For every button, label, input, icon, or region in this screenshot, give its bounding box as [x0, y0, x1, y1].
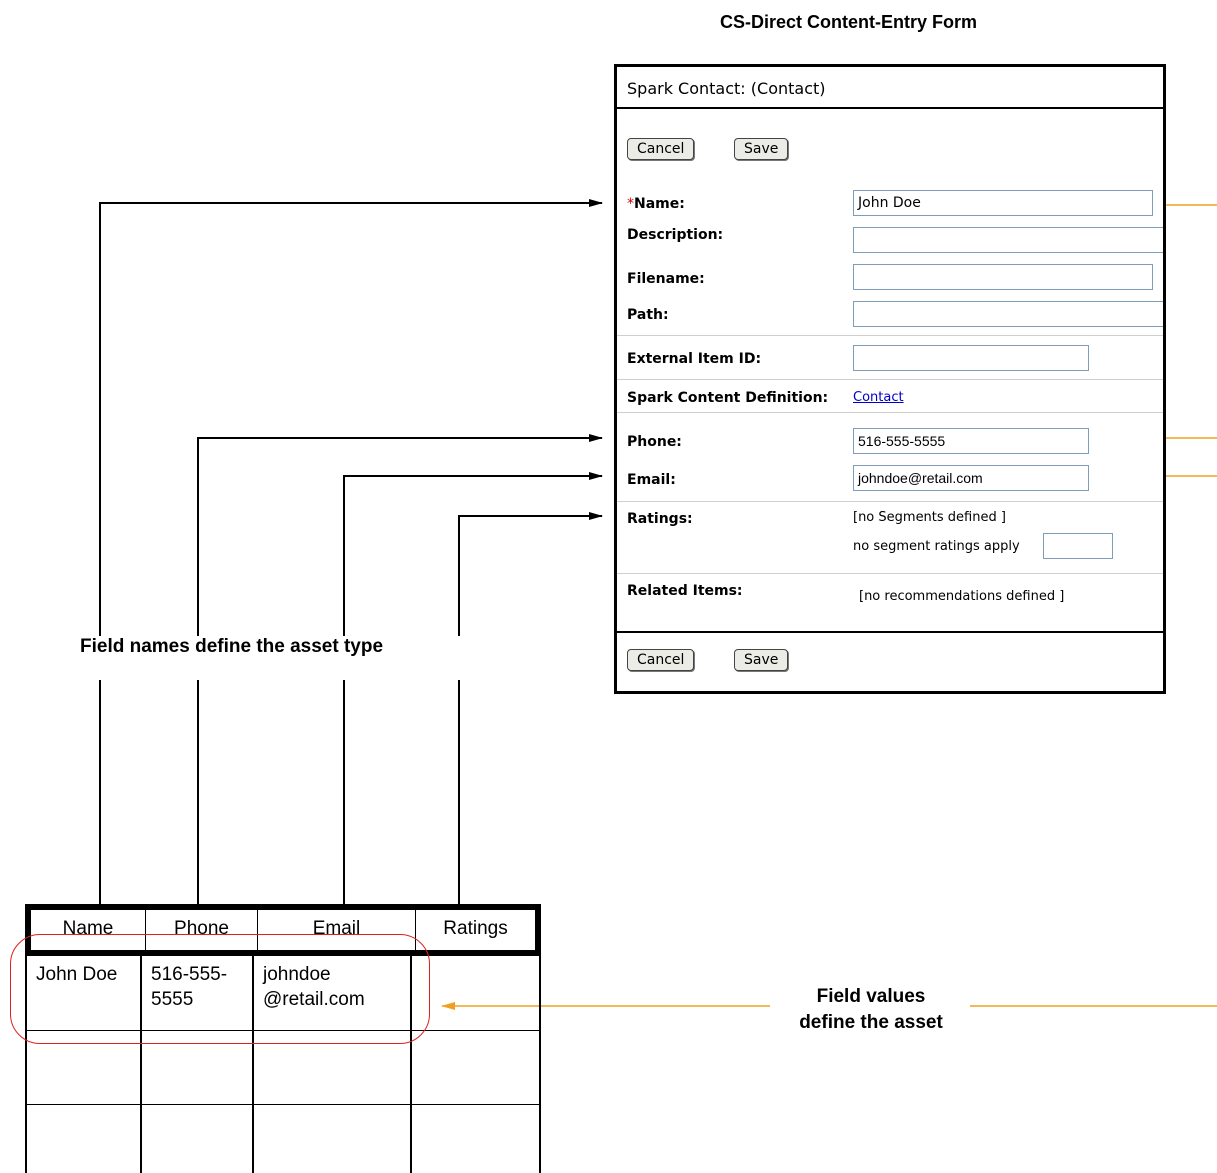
title-divider [617, 107, 1163, 109]
related-items-label: Related Items: [627, 583, 743, 599]
filename-label: Filename: [627, 271, 705, 287]
external-id-field[interactable] [853, 345, 1089, 371]
external-id-label: External Item ID: [627, 351, 762, 367]
ratings-connector-arrow [458, 512, 603, 636]
divider-5 [617, 573, 1163, 574]
field-names-caption: Field names define the asset type [80, 636, 384, 657]
email-connector-arrow [343, 472, 603, 636]
save-button-bottom[interactable]: Save [734, 649, 789, 671]
name-label-text: Name: [634, 196, 685, 212]
phone-connector-arrow [197, 434, 603, 636]
name-label: *Name: [627, 196, 685, 212]
cancel-button-bottom[interactable]: Cancel [627, 649, 695, 671]
form-title: Spark Contact: (Contact) [627, 79, 826, 98]
related-items-note: [no recommendations defined ] [859, 589, 1065, 604]
divider-3 [617, 412, 1163, 413]
ratings-label: Ratings: [627, 511, 693, 527]
row-highlight-oval [10, 934, 430, 1044]
ratings-note: [no Segments defined ] [853, 510, 1006, 525]
description-field[interactable] [853, 227, 1163, 253]
phone-label: Phone: [627, 434, 682, 450]
required-marker: * [627, 196, 634, 212]
email-field[interactable]: johndoe@retail.com [853, 465, 1089, 491]
form-heading: CS-Direct Content-Entry Form [720, 12, 978, 32]
save-button[interactable]: Save [734, 138, 789, 160]
path-label: Path: [627, 307, 669, 323]
footer-divider [617, 631, 1163, 633]
description-label: Description: [627, 227, 724, 243]
content-entry-form: Spark Contact: (Contact) Cancel Save *Na… [614, 64, 1166, 694]
table-header-ratings: Ratings [443, 918, 508, 939]
table-row-divider [25, 1104, 541, 1105]
table-cell-ratings [411, 957, 539, 962]
field-values-caption-line2: define the asset [799, 1012, 943, 1033]
name-field[interactable]: John Doe [853, 190, 1153, 216]
field-values-caption-line1: Field values [816, 986, 926, 1007]
divider-1 [617, 335, 1163, 336]
segment-rating-field[interactable] [1043, 533, 1113, 559]
definition-link[interactable]: Contact [853, 390, 904, 405]
email-label: Email: [627, 472, 676, 488]
name-connector-arrow [99, 199, 603, 636]
field-values-caption: Field values define the asset [766, 984, 976, 1036]
path-field[interactable] [853, 301, 1163, 327]
divider-2 [617, 379, 1163, 380]
cancel-button[interactable]: Cancel [627, 138, 695, 160]
divider-4 [617, 501, 1163, 502]
phone-field[interactable]: 516-555-5555 [853, 428, 1089, 454]
table-border-right [539, 956, 541, 1173]
segment-note: no segment ratings apply [853, 539, 1020, 554]
filename-field[interactable] [853, 264, 1153, 290]
definition-label: Spark Content Definition: [627, 390, 829, 406]
